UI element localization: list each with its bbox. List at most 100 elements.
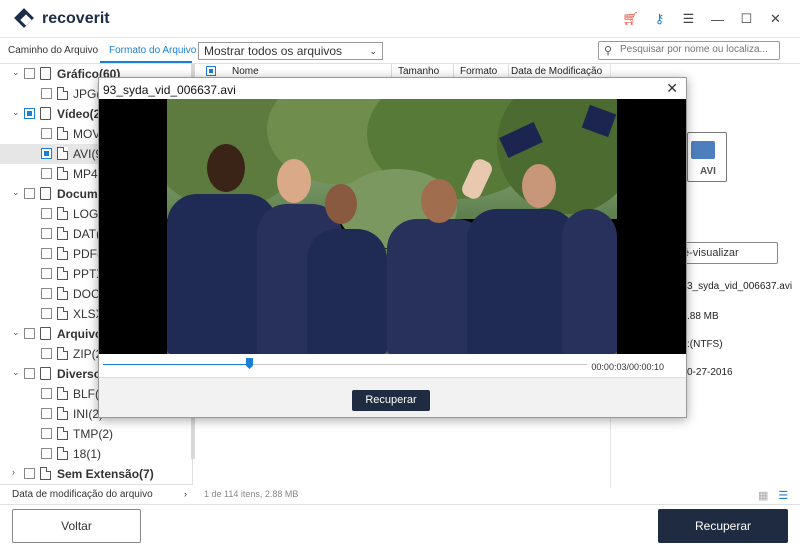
recover-button[interactable]: Recuperar bbox=[658, 509, 788, 543]
video-icon bbox=[40, 107, 51, 120]
checkbox[interactable] bbox=[24, 188, 35, 199]
checkbox[interactable] bbox=[41, 268, 52, 279]
dialog-title: 93_syda_vid_006637.avi bbox=[103, 83, 236, 97]
checkbox[interactable] bbox=[41, 428, 52, 439]
title-bar: recoverit 🛒︎ ⚷ ☰ — ☐ ✕ bbox=[0, 0, 800, 38]
key-icon[interactable]: ⚷ bbox=[645, 10, 674, 28]
search-box[interactable]: ⚲ bbox=[598, 41, 780, 60]
column-name[interactable]: Nome bbox=[232, 66, 259, 77]
file-icon bbox=[57, 307, 68, 320]
checkbox[interactable] bbox=[24, 468, 35, 479]
file-icon bbox=[57, 347, 68, 360]
tree-item-label: 18(1) bbox=[73, 447, 102, 461]
tree-item-label: Sem Extensão(7) bbox=[57, 467, 154, 481]
file-icon bbox=[57, 87, 68, 100]
list-view-icon[interactable]: ☰ bbox=[778, 489, 788, 502]
image-icon bbox=[40, 67, 51, 80]
checkbox[interactable] bbox=[41, 88, 52, 99]
video-player[interactable] bbox=[99, 99, 686, 354]
tree-item-18[interactable]: 18(1) bbox=[0, 444, 192, 464]
file-icon bbox=[57, 247, 68, 260]
document-icon bbox=[40, 187, 51, 200]
chevron-down-icon[interactable]: ⌄ bbox=[12, 107, 20, 118]
dialog-recover-button[interactable]: Recuperar bbox=[352, 390, 430, 411]
checkbox[interactable] bbox=[41, 448, 52, 459]
checkbox[interactable] bbox=[24, 328, 35, 339]
checkbox[interactable] bbox=[41, 128, 52, 139]
close-icon[interactable]: ✕ bbox=[666, 80, 678, 97]
avi-file-icon: AVI bbox=[687, 132, 727, 182]
chevron-down-icon: ⌄ bbox=[369, 46, 377, 56]
file-icon bbox=[57, 227, 68, 240]
file-icon bbox=[57, 267, 68, 280]
back-button[interactable]: Voltar bbox=[12, 509, 141, 543]
checkbox[interactable] bbox=[41, 228, 52, 239]
app-logo: recoverit bbox=[14, 8, 110, 30]
archive-icon bbox=[40, 327, 51, 340]
file-type-badge: AVI bbox=[700, 166, 716, 177]
chevron-down-icon[interactable]: ⌄ bbox=[12, 187, 20, 198]
app-name: recoverit bbox=[42, 10, 110, 27]
checkbox[interactable] bbox=[41, 148, 52, 159]
detail-date: 0-27-2016 bbox=[687, 367, 733, 378]
toolbar: Caminho do Arquivo Formato do Arquivo Mo… bbox=[0, 38, 800, 64]
tab-file-path[interactable]: Caminho do Arquivo bbox=[8, 45, 98, 56]
file-icon bbox=[57, 167, 68, 180]
bottom-bar: Voltar Recuperar bbox=[0, 504, 800, 548]
menu-icon[interactable]: ☰ bbox=[674, 10, 703, 28]
logo-icon bbox=[14, 8, 36, 30]
chevron-right-icon[interactable]: › bbox=[12, 467, 15, 477]
file-icon bbox=[57, 407, 68, 420]
file-table-header: Nome Tamanho Formato Data de Modificação bbox=[198, 64, 608, 78]
tree-item-no-extension[interactable]: › Sem Extensão(7) bbox=[0, 464, 192, 484]
file-filter-select[interactable]: Mostrar todos os arquivos ⌄ bbox=[198, 42, 383, 60]
time-readout: 00:00:03/00:00:10 bbox=[591, 362, 664, 372]
column-date[interactable]: Data de Modificação bbox=[511, 66, 602, 77]
file-icon bbox=[57, 287, 68, 300]
seek-handle[interactable] bbox=[246, 358, 253, 369]
minimize-icon[interactable]: — bbox=[703, 10, 732, 28]
chevron-down-icon[interactable]: ⌄ bbox=[12, 367, 20, 378]
maximize-icon[interactable]: ☐ bbox=[732, 10, 761, 28]
date-filter[interactable]: Data de modificação do arquivo › bbox=[0, 484, 193, 504]
column-format[interactable]: Formato bbox=[460, 66, 497, 77]
checkbox[interactable] bbox=[41, 208, 52, 219]
close-icon[interactable]: ✕ bbox=[761, 10, 790, 28]
checkbox[interactable] bbox=[41, 168, 52, 179]
detail-size: .88 MB bbox=[687, 311, 719, 322]
video-frame bbox=[167, 99, 617, 354]
file-icon bbox=[57, 127, 68, 140]
checkbox[interactable] bbox=[41, 408, 52, 419]
checkbox[interactable] bbox=[41, 288, 52, 299]
dialog-footer: Recuperar bbox=[99, 377, 686, 417]
file-filter-value: Mostrar todos os arquivos bbox=[204, 44, 343, 58]
active-tab-indicator bbox=[100, 61, 192, 63]
select-all-checkbox[interactable] bbox=[206, 66, 216, 76]
tree-item-tmp[interactable]: TMP(2) bbox=[0, 424, 192, 444]
checkbox[interactable] bbox=[41, 388, 52, 399]
file-icon bbox=[57, 447, 68, 460]
checkbox[interactable] bbox=[41, 308, 52, 319]
chevron-down-icon[interactable]: ⌄ bbox=[12, 327, 20, 338]
search-input[interactable] bbox=[620, 44, 775, 55]
column-size[interactable]: Tamanho bbox=[398, 66, 439, 77]
video-preview-dialog: 93_syda_vid_006637.avi ✕ 00:00:03/00:00:… bbox=[98, 77, 687, 418]
date-filter-label: Data de modificação do arquivo bbox=[12, 489, 153, 500]
checkbox[interactable] bbox=[41, 348, 52, 359]
checkbox[interactable] bbox=[24, 68, 35, 79]
checkbox[interactable] bbox=[41, 248, 52, 259]
preview-button[interactable]: é-visualizar bbox=[678, 242, 778, 264]
file-icon bbox=[40, 467, 51, 480]
tab-file-format[interactable]: Formato do Arquivo bbox=[109, 45, 196, 56]
checkbox[interactable] bbox=[24, 368, 35, 379]
cart-icon[interactable]: 🛒︎ bbox=[616, 10, 645, 28]
grid-view-icon[interactable]: ▦ bbox=[758, 489, 768, 502]
file-icon bbox=[57, 207, 68, 220]
tree-item-label: MOV bbox=[73, 127, 101, 141]
file-icon bbox=[57, 387, 68, 400]
file-icon bbox=[57, 427, 68, 440]
folder-icon bbox=[40, 367, 51, 380]
chevron-down-icon[interactable]: ⌄ bbox=[12, 67, 20, 78]
detail-path: :(NTFS) bbox=[687, 339, 723, 350]
checkbox[interactable] bbox=[24, 108, 35, 119]
